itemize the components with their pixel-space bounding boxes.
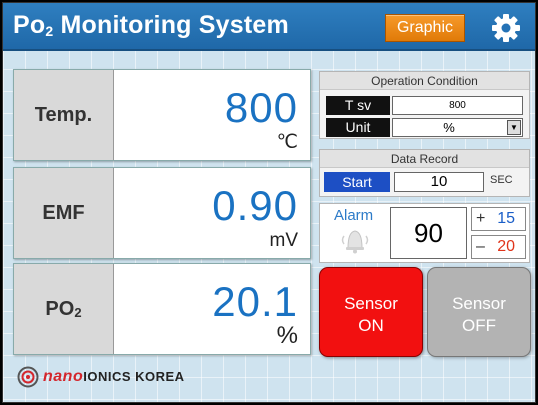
operation-condition-title: Operation Condition xyxy=(320,72,529,90)
alarm-label: Alarm xyxy=(334,207,374,224)
emf-value: 0.90 xyxy=(212,182,298,229)
header-bar: Po2 Monitoring System Graphic xyxy=(3,3,535,51)
alarm-panel: Alarm 90 + 15 – 20 xyxy=(319,203,530,263)
alarm-setpoint-input[interactable]: 90 xyxy=(390,207,467,259)
unit-label: Unit xyxy=(326,118,390,137)
po2-label: PO2 xyxy=(14,264,114,354)
temp-label: Temp. xyxy=(14,70,114,160)
po2-value: 20.1 xyxy=(212,278,298,325)
sensor-on-button[interactable]: Sensor ON xyxy=(319,267,423,357)
dropdown-arrow-icon[interactable]: ▼ xyxy=(507,120,521,135)
emf-unit: mV xyxy=(269,230,299,251)
alarm-upper-limit[interactable]: + 15 xyxy=(471,207,526,231)
alarm-lower-limit[interactable]: – 20 xyxy=(471,235,526,259)
graphic-button[interactable]: Graphic xyxy=(385,14,465,42)
emf-label: EMF xyxy=(14,168,114,258)
settings-button[interactable] xyxy=(490,12,522,44)
unit-select-value: % xyxy=(443,120,455,135)
operation-condition-panel: Operation Condition T sv 800 Unit % ▼ xyxy=(319,71,530,139)
temp-unit: ℃ xyxy=(276,132,298,153)
sensor-off-button[interactable]: Sensor OFF xyxy=(427,267,531,357)
alarm-bell-icon[interactable] xyxy=(338,224,372,254)
app-window: Po2 Monitoring System Graphic Temp. 800 … xyxy=(2,2,536,403)
start-record-button[interactable]: Start xyxy=(324,172,390,192)
data-record-controls: Start 10 SEC xyxy=(320,168,529,196)
tsv-input[interactable]: 800 xyxy=(392,96,523,115)
record-interval-unit: SEC xyxy=(490,174,513,186)
po2-panel: PO2 20.1 % xyxy=(13,263,311,355)
nanoionics-logo-icon xyxy=(17,366,39,388)
gear-icon xyxy=(492,14,520,42)
tsv-label: T sv xyxy=(326,96,390,115)
po2-unit: % xyxy=(276,322,298,349)
temp-value: 800 xyxy=(224,84,298,131)
record-interval-input[interactable]: 10 xyxy=(394,172,484,192)
brand-name: nanoIONICS KOREA xyxy=(43,368,185,385)
unit-select[interactable]: % ▼ xyxy=(392,118,523,137)
brand-logo: nanoIONICS KOREA xyxy=(17,365,217,389)
data-record-title: Data Record xyxy=(320,150,529,168)
data-record-panel: Data Record Start 10 SEC xyxy=(319,149,530,197)
page-title: Po2 Monitoring System xyxy=(13,11,289,39)
emf-panel: EMF 0.90 mV xyxy=(13,167,311,259)
temp-panel: Temp. 800 ℃ xyxy=(13,69,311,161)
